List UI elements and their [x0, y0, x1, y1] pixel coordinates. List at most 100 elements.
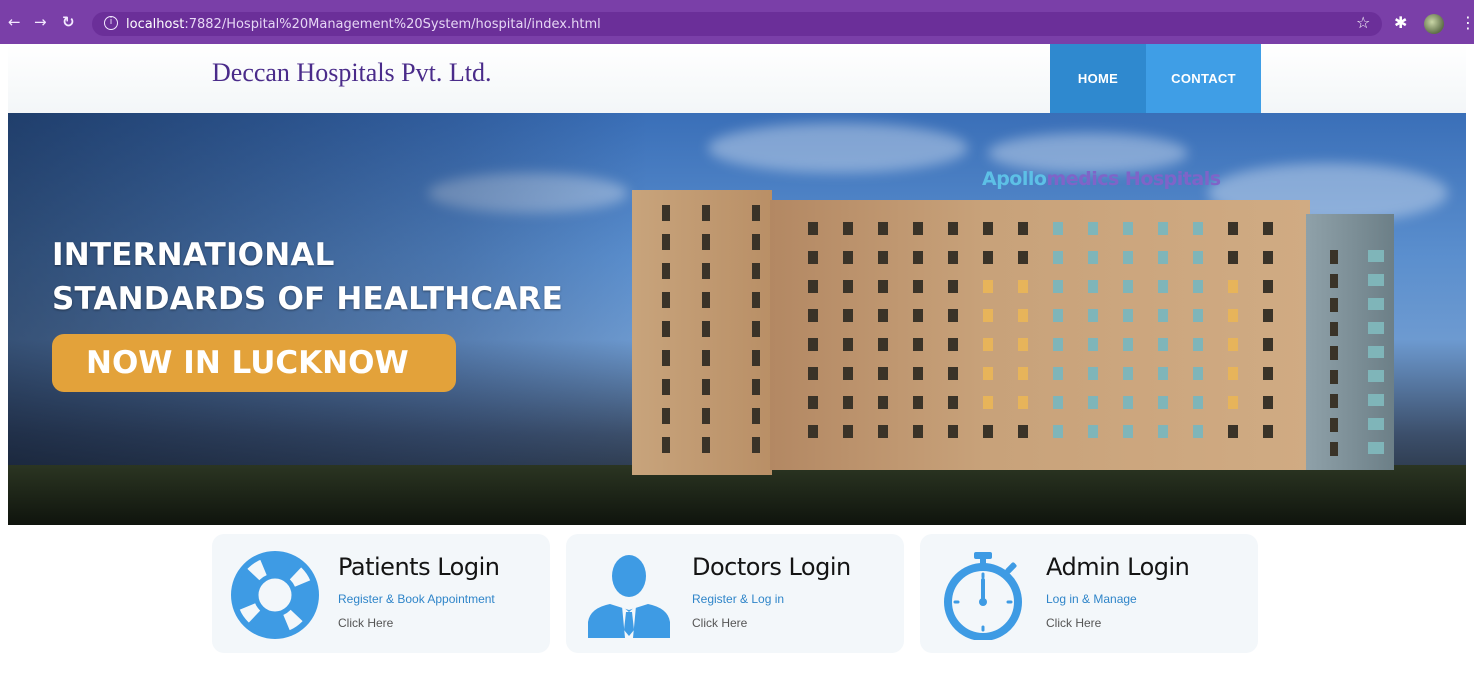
- building-window: [878, 338, 888, 351]
- building-window: [1228, 425, 1238, 438]
- building-window: [752, 408, 760, 424]
- building-window: [702, 234, 710, 250]
- building-window: [808, 338, 818, 351]
- hero-headline-line2: STANDARDS OF HEALTHCARE: [52, 281, 563, 317]
- building-window: [752, 350, 760, 366]
- building-window: [1123, 338, 1133, 351]
- back-icon[interactable]: ←: [8, 12, 21, 32]
- building-window: [913, 425, 923, 438]
- building-window: [662, 321, 670, 337]
- building-window: [878, 425, 888, 438]
- building-window: [662, 408, 670, 424]
- building-window: [702, 379, 710, 395]
- building-window: [843, 309, 853, 322]
- doctors-login-card[interactable]: Doctors Login Register & Log in Click He…: [566, 534, 904, 653]
- card-title: Admin Login: [1046, 553, 1190, 581]
- building-window: [808, 367, 818, 380]
- building-window: [1263, 280, 1273, 293]
- building-window: [878, 396, 888, 409]
- building-window: [662, 379, 670, 395]
- building-window: [702, 205, 710, 221]
- building-window: [752, 379, 760, 395]
- building-window: [1053, 338, 1063, 351]
- building-window: [1263, 338, 1273, 351]
- building-window: [1263, 367, 1273, 380]
- building-window: [1263, 425, 1273, 438]
- card-link[interactable]: Click Here: [692, 616, 747, 630]
- nav-contact[interactable]: CONTACT: [1146, 44, 1261, 113]
- building-window: [1193, 280, 1203, 293]
- building-window: [1053, 367, 1063, 380]
- hero-location-badge: NOW IN LUCKNOW: [52, 334, 456, 392]
- card-link[interactable]: Click Here: [338, 616, 393, 630]
- building-window: [1018, 280, 1028, 293]
- building-window: [1330, 394, 1338, 408]
- profile-avatar[interactable]: [1424, 14, 1444, 34]
- building-window: [983, 222, 993, 235]
- card-subtitle: Log in & Manage: [1046, 592, 1137, 606]
- building-window: [1158, 425, 1168, 438]
- building-window: [1368, 394, 1384, 406]
- building-window: [662, 437, 670, 453]
- building-window: [1088, 222, 1098, 235]
- building-window: [1228, 222, 1238, 235]
- building-window: [1368, 346, 1384, 358]
- building-window: [948, 425, 958, 438]
- building-window: [1193, 338, 1203, 351]
- building-window: [662, 292, 670, 308]
- building-window: [843, 367, 853, 380]
- url-text[interactable]: localhost:7882/Hospital%20Management%20S…: [126, 17, 601, 32]
- building-window: [983, 338, 993, 351]
- building-window: [1053, 425, 1063, 438]
- building-window: [1330, 298, 1338, 312]
- patients-login-card[interactable]: Patients Login Register & Book Appointme…: [212, 534, 550, 653]
- building-window: [808, 396, 818, 409]
- extensions-icon[interactable]: ✱: [1394, 14, 1407, 32]
- building-window: [1018, 425, 1028, 438]
- card-subtitle: Register & Book Appointment: [338, 592, 495, 606]
- bookmark-star-icon[interactable]: ☆: [1356, 14, 1370, 32]
- building-window: [1193, 367, 1203, 380]
- building-window: [1158, 367, 1168, 380]
- building-window: [662, 205, 670, 221]
- building-window: [1053, 396, 1063, 409]
- building-window: [1053, 309, 1063, 322]
- building-window: [843, 222, 853, 235]
- building-window: [913, 367, 923, 380]
- building-window: [1368, 418, 1384, 430]
- building-window: [948, 251, 958, 264]
- building-window: [913, 309, 923, 322]
- building-window: [752, 437, 760, 453]
- forward-icon[interactable]: →: [34, 12, 47, 32]
- building-window: [1053, 280, 1063, 293]
- info-icon[interactable]: i: [104, 16, 118, 30]
- building-window: [1053, 222, 1063, 235]
- building-window: [1158, 338, 1168, 351]
- building-window: [983, 251, 993, 264]
- reload-icon[interactable]: ↻: [62, 12, 75, 32]
- card-link[interactable]: Click Here: [1046, 616, 1101, 630]
- building-window: [1088, 251, 1098, 264]
- building-window: [1123, 425, 1133, 438]
- admin-login-card[interactable]: Admin Login Log in & Manage Click Here: [920, 534, 1258, 653]
- nav-home[interactable]: HOME: [1050, 44, 1146, 113]
- building-window: [843, 425, 853, 438]
- menu-kebab-icon[interactable]: ⋮: [1460, 14, 1474, 32]
- building-window: [1018, 338, 1028, 351]
- building-window: [948, 280, 958, 293]
- building-window: [1158, 309, 1168, 322]
- brand-title: Deccan Hospitals Pvt. Ltd.: [212, 58, 492, 87]
- building-window: [1088, 280, 1098, 293]
- building-window: [1123, 309, 1133, 322]
- card-title: Patients Login: [338, 553, 500, 581]
- building-window: [808, 251, 818, 264]
- building-window: [1263, 251, 1273, 264]
- building-window: [702, 263, 710, 279]
- building-window: [808, 222, 818, 235]
- building-window: [843, 251, 853, 264]
- building-window: [1088, 425, 1098, 438]
- building-window: [752, 234, 760, 250]
- building-window: [948, 367, 958, 380]
- building-window: [948, 338, 958, 351]
- building-window: [843, 280, 853, 293]
